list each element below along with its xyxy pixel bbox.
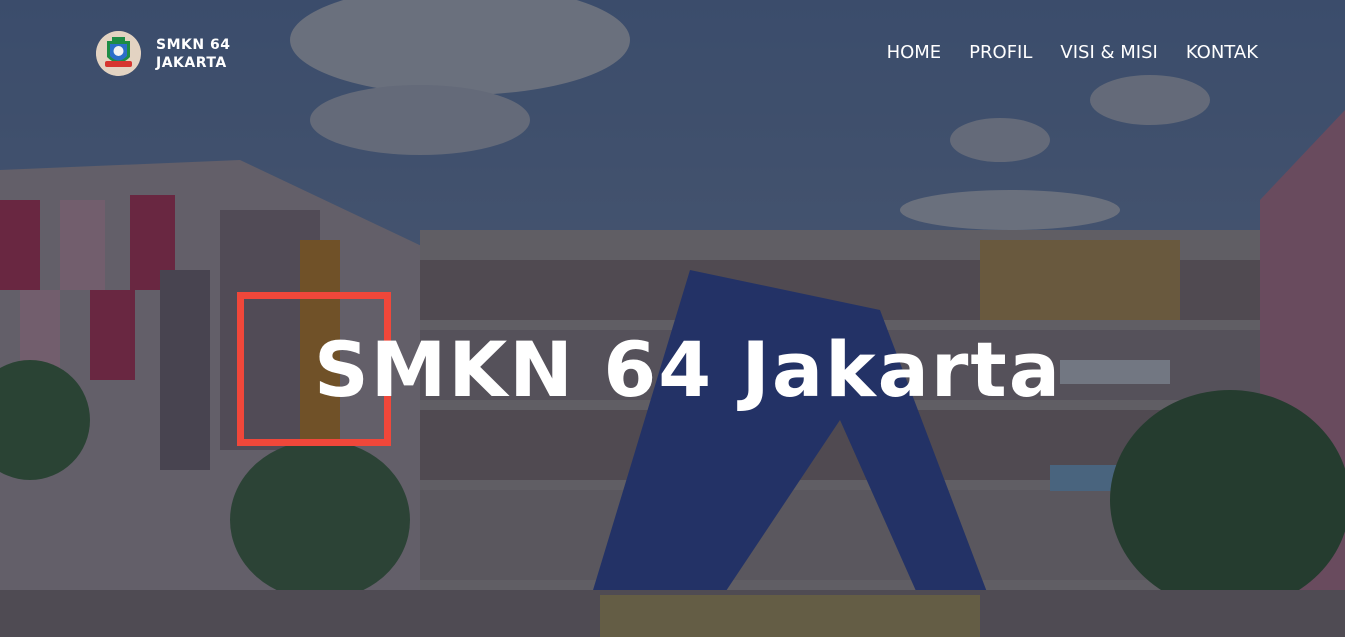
nav-home-link[interactable]: HOME <box>887 42 942 63</box>
hero-title: SMKN 64 Jakarta <box>314 325 1063 414</box>
brand-line-1: SMKN 64 <box>156 36 231 53</box>
navbar: SMKN 64 JAKARTA HOME PROFIL VISI & MISI … <box>0 0 1345 110</box>
nav-visi-misi-link[interactable]: VISI & MISI <box>1060 42 1157 63</box>
brand-line-2: JAKARTA <box>156 54 227 71</box>
nav-profil-link[interactable]: PROFIL <box>969 42 1032 63</box>
brand-link[interactable]: SMKN 64 JAKARTA <box>96 31 230 76</box>
hero-section: SMKN 64 JAKARTA HOME PROFIL VISI & MISI … <box>0 0 1345 637</box>
school-emblem-icon <box>96 31 141 76</box>
brand-name: SMKN 64 JAKARTA <box>156 36 230 72</box>
nav-kontak-link[interactable]: KONTAK <box>1186 42 1258 63</box>
main-navigation: HOME PROFIL VISI & MISI KONTAK <box>887 42 1258 63</box>
